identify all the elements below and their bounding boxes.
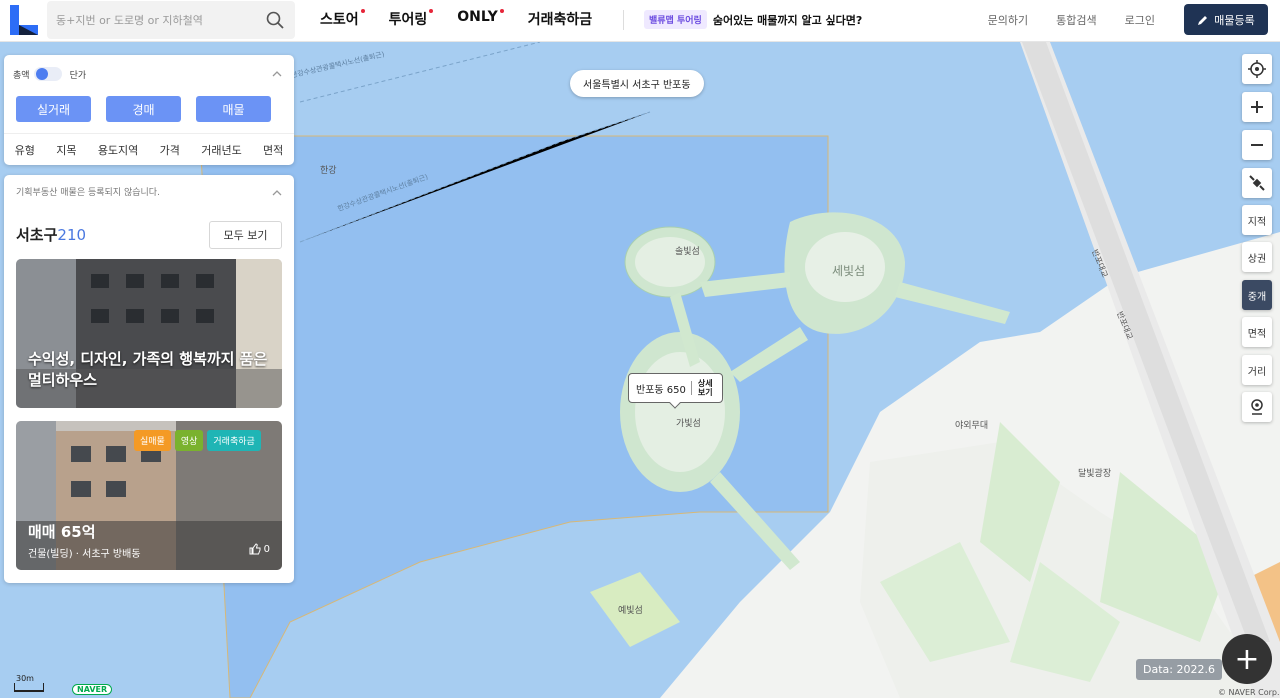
- map-label-yebit: 예빛섬: [618, 606, 643, 616]
- map-label-gabit: 가빛섬: [676, 419, 701, 429]
- tag-video: 영상: [174, 430, 204, 451]
- contact-link[interactable]: 문의하기: [988, 12, 1028, 28]
- like-count: 0: [263, 543, 270, 555]
- nav-deal-bonus[interactable]: 거래축하금: [528, 9, 592, 29]
- tab-auction[interactable]: 경매: [106, 96, 181, 122]
- side-button-area[interactable]: 면적: [1242, 317, 1272, 347]
- minus-icon: [1251, 144, 1263, 146]
- filter-row: 유형 지목 용도지역 가격 거래년도 면적: [4, 133, 294, 158]
- map-label-outdoor-stage: 야외무대: [955, 421, 989, 431]
- promo-badge: 밸류맵 투어링: [644, 10, 707, 29]
- card-title: 수익성, 디자인, 가족의 행복까지 품은 멀티하우스: [28, 350, 268, 389]
- add-fab-button[interactable]: +: [1222, 634, 1272, 684]
- side-button-commercial[interactable]: 상권: [1242, 242, 1272, 272]
- side-button-brokerage[interactable]: 중개: [1242, 280, 1272, 310]
- promo-banner[interactable]: 밸류맵 투어링 숨어있는 매물까지 알고 싶다면?: [644, 10, 862, 29]
- view-all-button[interactable]: 모두 보기: [209, 221, 282, 249]
- search-icon[interactable]: [266, 11, 284, 29]
- nav-store[interactable]: 스토어: [320, 9, 365, 29]
- map-label-solbit: 솔빛섬: [675, 247, 700, 257]
- promo-text: 숨어있는 매물까지 알고 싶다면?: [712, 13, 863, 27]
- nav-only[interactable]: ONLY: [457, 9, 504, 29]
- popup-detail-button[interactable]: 상세 보기: [692, 379, 713, 397]
- map-label-hangang: 한강: [320, 166, 337, 176]
- pin-icon: [1251, 399, 1263, 415]
- nav-touring[interactable]: 투어링: [389, 9, 434, 29]
- tag-real-listing: 실매물: [134, 430, 171, 451]
- data-date-stamp: Data: 2022.6: [1136, 659, 1222, 680]
- naver-logo: NAVER: [72, 684, 113, 695]
- new-dot: [499, 9, 504, 13]
- notice-text: 기획부동산 매물은 등록되지 않습니다.: [16, 188, 160, 198]
- like-button[interactable]: 0: [249, 543, 270, 555]
- toggle-label-unit: 단가: [69, 70, 87, 81]
- satellite-button[interactable]: [1242, 168, 1272, 198]
- main-nav: 스토어 투어링 ONLY 거래축하금: [320, 9, 622, 29]
- filter-land-category[interactable]: 지목: [56, 142, 76, 158]
- plus-icon: [1251, 101, 1263, 113]
- zoom-in-button[interactable]: [1242, 92, 1272, 122]
- integrated-search-link[interactable]: 통합검색: [1056, 12, 1096, 28]
- listing-panel: 기획부동산 매물은 등록되지 않습니다. 서초구210 모두 보기 수익성, 디…: [4, 175, 294, 583]
- register-listing-button[interactable]: 매물등록: [1184, 4, 1268, 35]
- logo-icon[interactable]: [10, 5, 38, 35]
- map-scale: 30m: [14, 674, 44, 692]
- popup-address: 반포동 650: [629, 381, 692, 396]
- parcel-popup[interactable]: 반포동 650 상세 보기: [628, 373, 723, 403]
- toggle-label-total: 총액: [13, 70, 30, 81]
- search-box[interactable]: [47, 1, 295, 39]
- card-subtitle: 건물(빌딩) · 서초구 방배동: [28, 549, 141, 560]
- new-dot: [429, 9, 434, 13]
- search-input[interactable]: [47, 13, 266, 27]
- zoom-out-button[interactable]: [1242, 130, 1272, 160]
- deal-tabs: 실거래 경매 매물: [16, 96, 271, 122]
- map-label-sebit: 세빛섬: [832, 264, 866, 278]
- filter-price[interactable]: 가격: [160, 142, 180, 158]
- header-links: 문의하기 통합검색 로그인: [988, 12, 1155, 28]
- new-dot: [360, 9, 365, 13]
- top-bar: 스토어 투어링 ONLY 거래축하금 밸류맵 투어링 숨어있는 매물까지 알고 …: [0, 0, 1280, 42]
- current-location-button[interactable]: [1242, 54, 1272, 84]
- chevron-up-icon[interactable]: [272, 188, 282, 198]
- side-button-cadastral[interactable]: 지적: [1242, 205, 1272, 235]
- card-tags: 실매물 영상 거래축하금: [134, 430, 261, 451]
- filter-area[interactable]: 면적: [263, 142, 283, 158]
- card-price: 매매 65억: [28, 523, 96, 541]
- district-heading: 서초구210: [16, 226, 87, 244]
- plus-icon: +: [1234, 641, 1260, 677]
- filter-type[interactable]: 유형: [15, 142, 35, 158]
- nav-divider: [623, 10, 624, 30]
- tag-deal-bonus: 거래축하금: [207, 430, 261, 451]
- listing-count: 210: [57, 226, 87, 244]
- tab-listing[interactable]: 매물: [196, 96, 271, 122]
- side-button-distance[interactable]: 거리: [1242, 355, 1272, 385]
- location-pill: 서울특별시 서초구 반포동: [570, 70, 704, 97]
- crosshair-icon: [1248, 60, 1266, 78]
- pencil-icon: [1198, 15, 1208, 25]
- street-view-button[interactable]: [1242, 392, 1272, 422]
- filter-year[interactable]: 거래년도: [201, 142, 241, 158]
- thumbs-up-icon: [249, 543, 261, 555]
- login-link[interactable]: 로그인: [1125, 12, 1155, 28]
- filter-panel: 총액 단가 실거래 경매 매물 유형 지목 용도지역 가격 거래년도 면적: [4, 55, 294, 165]
- map-label-moonlight-plaza: 달빛광장: [1078, 469, 1112, 479]
- filter-zoning[interactable]: 용도지역: [98, 142, 138, 158]
- toggle-switch[interactable]: [33, 67, 62, 81]
- chevron-up-icon[interactable]: [272, 69, 282, 79]
- tab-actual-trade[interactable]: 실거래: [16, 96, 91, 122]
- listing-card[interactable]: 실매물 영상 거래축하금 매매 65억 건물(빌딩) · 서초구 방배동 0: [16, 421, 282, 570]
- listing-card[interactable]: 수익성, 디자인, 가족의 행복까지 품은 멀티하우스: [16, 259, 282, 408]
- price-mode-toggle[interactable]: 총액 단가: [13, 67, 86, 81]
- map-copyright: © NAVER Corp.: [1218, 688, 1280, 697]
- satellite-icon: [1249, 175, 1265, 191]
